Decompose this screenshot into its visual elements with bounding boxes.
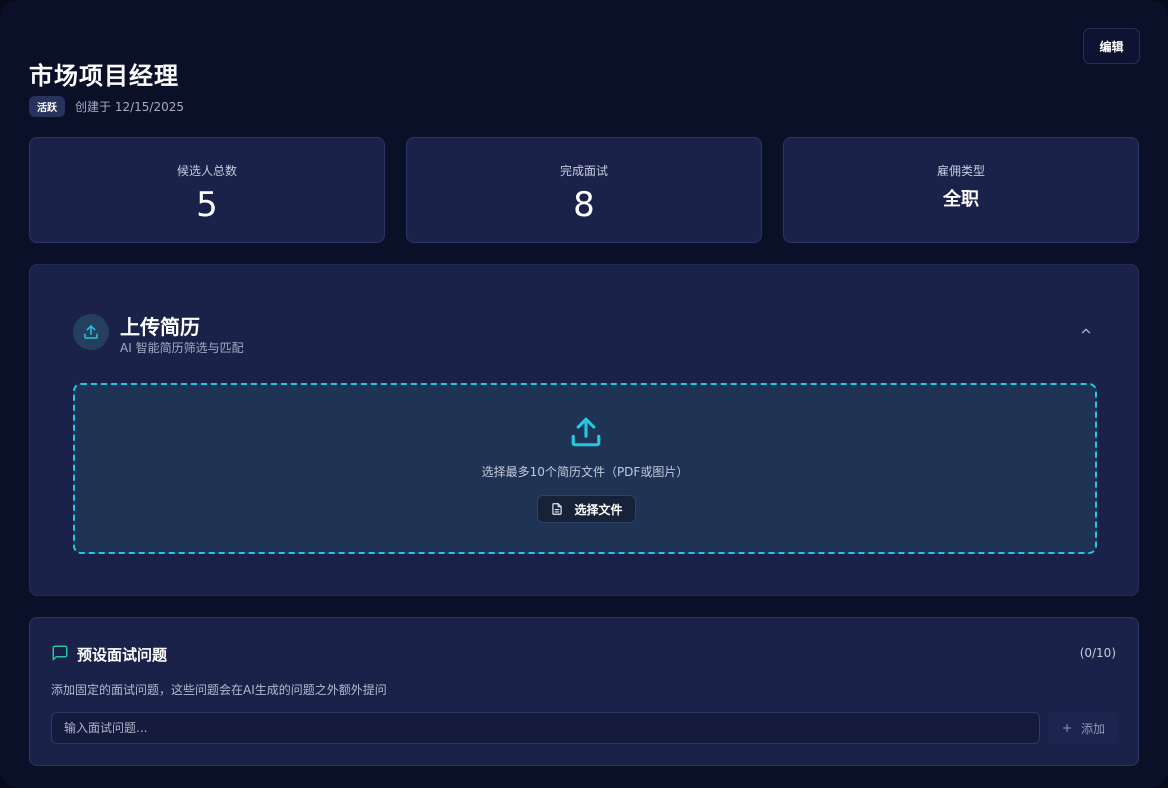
edit-button[interactable]: 编辑 [1083,28,1140,64]
add-label: 添加 [1080,721,1105,736]
questions-description: 添加固定的面试问题，这些问题会在AI生成的问题之外额外提问 [51,683,387,697]
page-title: 市场项目经理 [29,62,179,90]
status-badge: 活跃 [29,95,65,117]
upload-title: 上传简历 [120,315,200,339]
collapse-button[interactable] [1076,321,1096,341]
questions-title: 预设面试问题 [77,646,168,664]
upload-icon [571,417,601,447]
created-date: 创建于 12/15/2025 [75,99,184,114]
message-square-icon [52,645,68,661]
chevron-up-icon [1081,328,1091,334]
questions-count: (0/10) [1079,646,1116,660]
stat-card-employment-type: 雇佣类型 全职 [783,137,1139,243]
stat-label: 雇佣类型 [936,164,985,178]
stat-label: 完成面试 [559,164,608,178]
file-icon [552,503,563,515]
question-input[interactable] [51,712,1040,744]
upload-subtitle: AI 智能简历筛选与匹配 [120,341,244,355]
stat-card-completed-interviews: 完成面试 8 [406,137,762,243]
choose-file-label: 选择文件 [574,502,623,517]
preset-questions-panel: 预设面试问题 (0/10) 添加固定的面试问题，这些问题会在AI生成的问题之外额… [29,617,1139,766]
upload-icon [73,314,109,350]
meta-row: 活跃 创建于 12/15/2025 [29,95,184,117]
stat-card-total-candidates: 候选人总数 5 [29,137,385,243]
file-dropzone[interactable]: 选择最多10个简历文件（PDF或图片） 选择文件 [73,383,1097,554]
add-question-button[interactable]: 添加 [1048,712,1118,744]
stat-label: 候选人总数 [176,164,237,178]
upload-resume-panel: 上传简历 AI 智能简历筛选与匹配 选择最多10个简历文件（PDF或图片） 选择… [29,264,1139,596]
app-window: 编辑 市场项目经理 活跃 创建于 12/15/2025 候选人总数 5 完成面试… [0,0,1168,788]
dropzone-hint: 选择最多10个简历文件（PDF或图片） [481,465,689,479]
stat-value: 5 [196,185,218,225]
stat-value: 全职 [943,189,979,210]
stat-value: 8 [573,185,595,225]
plus-icon [1062,724,1071,732]
choose-file-button[interactable]: 选择文件 [537,495,636,523]
